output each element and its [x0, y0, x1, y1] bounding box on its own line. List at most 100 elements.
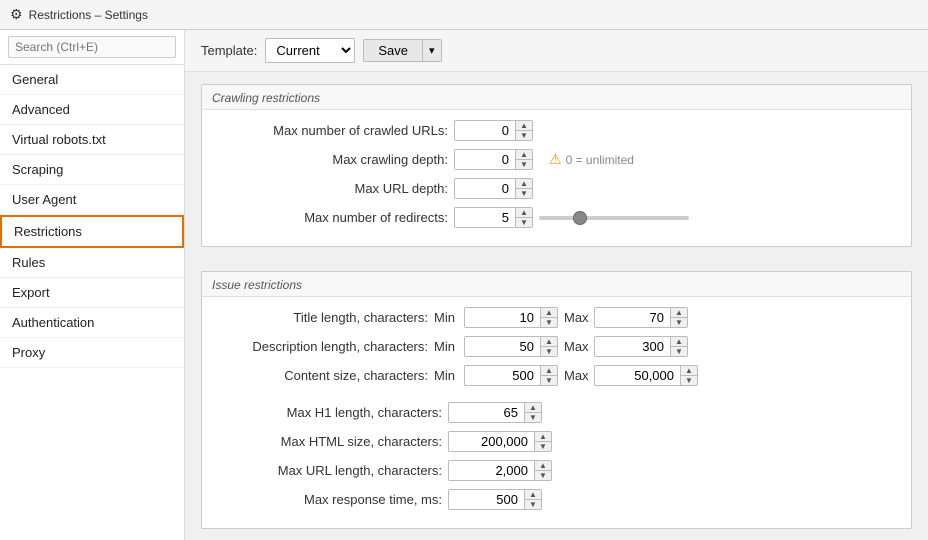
max-html-row: Max HTML size, characters: ▲ ▼: [218, 431, 895, 452]
warning-text: 0 = unlimited: [566, 153, 634, 167]
desc-min-field[interactable]: [465, 337, 540, 356]
max-crawling-depth-up[interactable]: ▲: [516, 150, 532, 160]
sidebar-item-restrictions[interactable]: Restrictions: [0, 215, 184, 248]
max-url-length-label: Max URL length, characters:: [222, 463, 442, 478]
redirects-slider-container: [539, 216, 689, 220]
max-crawling-depth-input[interactable]: ▲ ▼: [454, 149, 533, 170]
content-area: Template: Current Save ▾ Crawling restri…: [185, 30, 928, 540]
sidebar-item-scraping[interactable]: Scraping: [0, 155, 184, 185]
max-url-length-input[interactable]: ▲ ▼: [448, 460, 552, 481]
max-crawled-urls-up[interactable]: ▲: [516, 121, 532, 131]
content-min-down[interactable]: ▼: [541, 376, 557, 385]
content-min-label: Min: [434, 368, 460, 383]
max-html-field[interactable]: [449, 432, 534, 451]
title-min-down[interactable]: ▼: [541, 318, 557, 327]
redirects-slider[interactable]: [539, 216, 689, 220]
unlimited-warning: ⚠ 0 = unlimited: [549, 151, 634, 168]
title-max-input[interactable]: ▲ ▼: [594, 307, 688, 328]
max-response-row: Max response time, ms: ▲ ▼: [218, 489, 895, 510]
title-length-max-group: Max ▲ ▼: [564, 307, 688, 328]
max-response-label: Max response time, ms:: [222, 492, 442, 507]
max-h1-down[interactable]: ▼: [525, 413, 541, 422]
title-bar: ⚙ Restrictions – Settings: [0, 0, 928, 30]
max-crawled-urls-field[interactable]: [455, 121, 515, 140]
max-url-depth-input[interactable]: ▲ ▼: [454, 178, 533, 199]
search-box[interactable]: [0, 30, 184, 65]
title-max-up[interactable]: ▲: [671, 308, 687, 318]
title-max-down[interactable]: ▼: [671, 318, 687, 327]
max-redirects-down[interactable]: ▼: [516, 218, 532, 227]
desc-max-down[interactable]: ▼: [671, 347, 687, 356]
max-html-down[interactable]: ▼: [535, 442, 551, 451]
save-dropdown-arrow[interactable]: ▾: [423, 40, 441, 61]
issue-section: Issue restrictions Title length, charact…: [201, 271, 912, 529]
app-icon: ⚙: [10, 6, 23, 23]
content-size-row: Content size, characters: Min ▲ ▼ Max: [218, 365, 895, 386]
template-select[interactable]: Current: [265, 38, 355, 63]
max-url-length-row: Max URL length, characters: ▲ ▼: [218, 460, 895, 481]
content-size-min-group: Min ▲ ▼: [434, 365, 558, 386]
max-h1-field[interactable]: [449, 403, 524, 422]
max-url-depth-up[interactable]: ▲: [516, 179, 532, 189]
title-min-input[interactable]: ▲ ▼: [464, 307, 558, 328]
content-max-input[interactable]: ▲ ▼: [594, 365, 698, 386]
title-min-up[interactable]: ▲: [541, 308, 557, 318]
max-crawling-depth-down[interactable]: ▼: [516, 160, 532, 169]
content-size-label: Content size, characters:: [218, 368, 428, 383]
content-min-up[interactable]: ▲: [541, 366, 557, 376]
content-min-input[interactable]: ▲ ▼: [464, 365, 558, 386]
desc-min-input[interactable]: ▲ ▼: [464, 336, 558, 357]
search-input[interactable]: [8, 36, 176, 58]
desc-min-label: Min: [434, 339, 460, 354]
sidebar-item-authentication[interactable]: Authentication: [0, 308, 184, 338]
max-url-length-up[interactable]: ▲: [535, 461, 551, 471]
desc-max-field[interactable]: [595, 337, 670, 356]
max-response-down[interactable]: ▼: [525, 500, 541, 509]
max-response-input[interactable]: ▲ ▼: [448, 489, 542, 510]
desc-min-up[interactable]: ▲: [541, 337, 557, 347]
max-redirects-up[interactable]: ▲: [516, 208, 532, 218]
max-crawled-urls-row: Max number of crawled URLs: ▲ ▼: [218, 120, 895, 141]
window-title: Restrictions – Settings: [29, 8, 148, 22]
max-redirects-input[interactable]: ▲ ▼: [454, 207, 533, 228]
max-url-length-down[interactable]: ▼: [535, 471, 551, 480]
sidebar-item-export[interactable]: Export: [0, 278, 184, 308]
max-html-label: Max HTML size, characters:: [222, 434, 442, 449]
desc-max-up[interactable]: ▲: [671, 337, 687, 347]
sidebar-item-advanced[interactable]: Advanced: [0, 95, 184, 125]
max-h1-input[interactable]: ▲ ▼: [448, 402, 542, 423]
save-button[interactable]: Save: [364, 40, 423, 61]
max-redirects-field[interactable]: [455, 208, 515, 227]
desc-length-min-group: Min ▲ ▼: [434, 336, 558, 357]
desc-length-max-group: Max ▲ ▼: [564, 336, 688, 357]
max-response-field[interactable]: [449, 490, 524, 509]
content-max-up[interactable]: ▲: [681, 366, 697, 376]
sidebar-item-user-agent[interactable]: User Agent: [0, 185, 184, 215]
crawling-section-title: Crawling restrictions: [202, 85, 911, 110]
max-url-depth-field[interactable]: [455, 179, 515, 198]
max-url-depth-down[interactable]: ▼: [516, 189, 532, 198]
content-max-field[interactable]: [595, 366, 680, 385]
sidebar-item-virtual-robots[interactable]: Virtual robots.txt: [0, 125, 184, 155]
sidebar-item-proxy[interactable]: Proxy: [0, 338, 184, 368]
title-length-label: Title length, characters:: [218, 310, 428, 325]
desc-min-down[interactable]: ▼: [541, 347, 557, 356]
toolbar: Template: Current Save ▾: [185, 30, 928, 72]
desc-max-input[interactable]: ▲ ▼: [594, 336, 688, 357]
max-h1-up[interactable]: ▲: [525, 403, 541, 413]
sidebar-item-rules[interactable]: Rules: [0, 248, 184, 278]
max-html-input[interactable]: ▲ ▼: [448, 431, 552, 452]
max-crawled-urls-input[interactable]: ▲ ▼: [454, 120, 533, 141]
max-crawled-urls-down[interactable]: ▼: [516, 131, 532, 140]
sidebar-nav: GeneralAdvancedVirtual robots.txtScrapin…: [0, 65, 184, 540]
sidebar-item-general[interactable]: General: [0, 65, 184, 95]
content-max-down[interactable]: ▼: [681, 376, 697, 385]
max-url-length-field[interactable]: [449, 461, 534, 480]
max-crawling-depth-field[interactable]: [455, 150, 515, 169]
title-max-field[interactable]: [595, 308, 670, 327]
max-html-up[interactable]: ▲: [535, 432, 551, 442]
crawling-section: Crawling restrictions Max number of craw…: [201, 84, 912, 247]
content-min-field[interactable]: [465, 366, 540, 385]
max-response-up[interactable]: ▲: [525, 490, 541, 500]
title-min-field[interactable]: [465, 308, 540, 327]
